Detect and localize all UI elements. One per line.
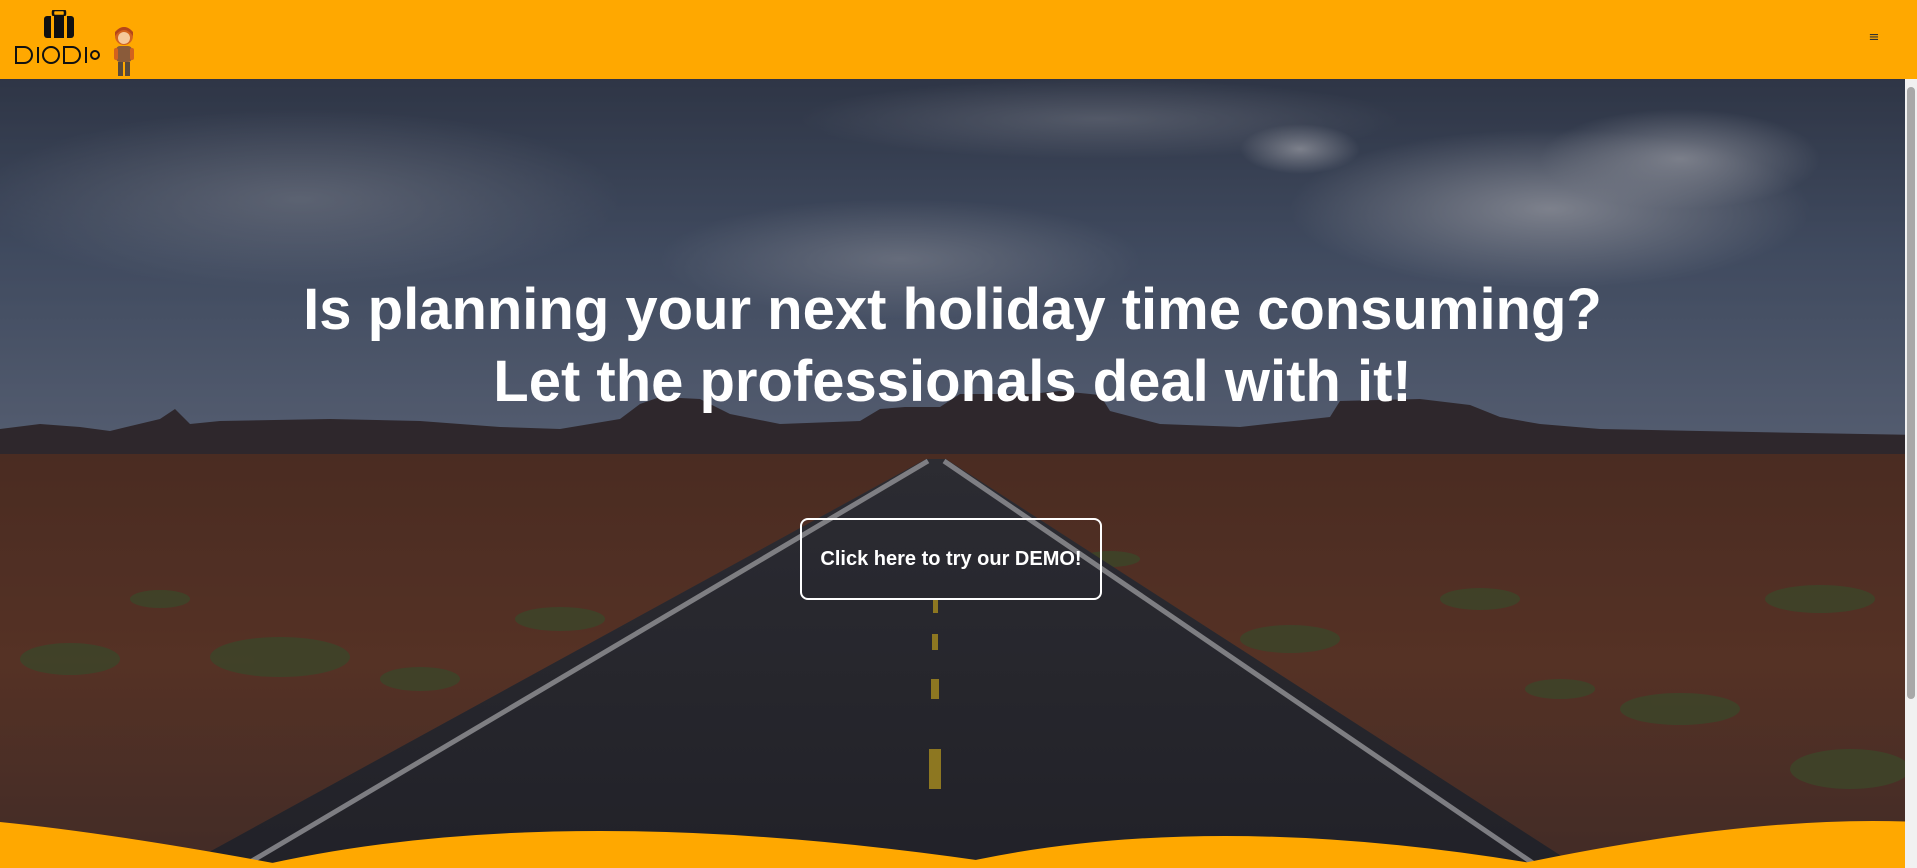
scrollbar-thumb[interactable] (1907, 87, 1915, 699)
try-demo-button[interactable]: Click here to try our DEMO! (800, 518, 1102, 600)
hero-section: Is planning your next holiday time consu… (0, 79, 1917, 868)
logo-link[interactable] (14, 10, 142, 80)
mascot-icon (114, 27, 134, 76)
suitcase-icon (44, 10, 74, 38)
landing-page: ≡ Is planning your next holiday time con… (0, 0, 1917, 868)
hero-heading-line-2: Let the professionals deal with it! (493, 349, 1412, 414)
bottom-wave-divider (0, 820, 1917, 868)
vertical-scrollbar[interactable] (1905, 79, 1917, 868)
top-navbar: ≡ (0, 0, 1917, 79)
logo-wordmark (15, 46, 100, 64)
hero-dim-overlay (0, 79, 1917, 868)
hero-heading-line-1: Is planning your next holiday time consu… (303, 277, 1602, 342)
hamburger-icon[interactable]: ≡ (1867, 31, 1881, 45)
hero-heading: Is planning your next holiday time consu… (0, 274, 1905, 418)
